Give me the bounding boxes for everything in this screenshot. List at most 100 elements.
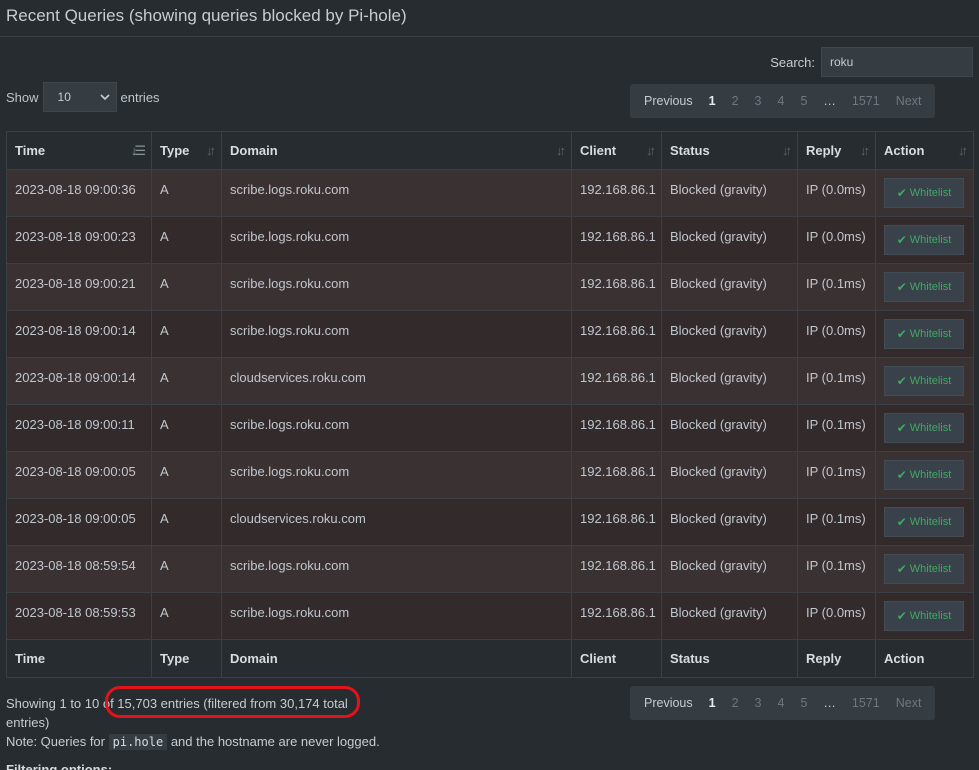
- cell-status: Blocked (gravity): [661, 169, 798, 217]
- cell-type: A: [151, 451, 222, 499]
- pagination-previous[interactable]: Previous: [636, 696, 701, 710]
- logging-note: Note: Queries for pi.hole and the hostna…: [6, 734, 380, 750]
- pagination-page[interactable]: 4: [770, 696, 793, 710]
- cell-type: A: [151, 263, 222, 311]
- cell-time: 2023-08-18 09:00:14: [6, 357, 152, 405]
- column-header-reply[interactable]: Reply ↓↑: [797, 131, 876, 170]
- cell-client: 192.168.86.1: [571, 169, 662, 217]
- table-row: 2023-08-18 09:00:36 A scribe.logs.roku.c…: [6, 169, 974, 217]
- cell-client: 192.168.86.1: [571, 545, 662, 593]
- cell-action: ✔ Whitelist: [875, 592, 974, 640]
- footer-client: Client: [571, 639, 662, 678]
- cell-reply: IP (0.1ms): [797, 498, 876, 546]
- pagination-next[interactable]: Next: [888, 94, 930, 108]
- cell-client: 192.168.86.1: [571, 404, 662, 452]
- cell-action: ✔ Whitelist: [875, 451, 974, 499]
- footer-domain: Domain: [221, 639, 572, 678]
- column-header-domain[interactable]: Domain ↓↑: [221, 131, 572, 170]
- cell-status: Blocked (gravity): [661, 498, 798, 546]
- cell-action: ✔ Whitelist: [875, 404, 974, 452]
- pagination-page[interactable]: 2: [724, 94, 747, 108]
- chevron-down-icon: [99, 93, 110, 100]
- footer-type: Type: [151, 639, 222, 678]
- whitelist-button[interactable]: ✔ Whitelist: [884, 178, 964, 208]
- cell-domain: scribe.logs.roku.com: [221, 216, 572, 264]
- column-header-time[interactable]: Time ↓☰: [6, 131, 152, 170]
- cell-type: A: [151, 545, 222, 593]
- column-header-status[interactable]: Status ↓↑: [661, 131, 798, 170]
- column-header-action[interactable]: Action ↓↑: [875, 131, 974, 170]
- cell-reply: IP (0.1ms): [797, 545, 876, 593]
- cell-type: A: [151, 592, 222, 640]
- check-icon: ✔: [896, 421, 907, 435]
- cell-domain: cloudservices.roku.com: [221, 357, 572, 405]
- cell-status: Blocked (gravity): [661, 310, 798, 358]
- cell-reply: IP (0.1ms): [797, 451, 876, 499]
- pagination-page[interactable]: 2: [724, 696, 747, 710]
- pagination-page[interactable]: 3: [747, 696, 770, 710]
- table-row: 2023-08-18 09:00:21 A scribe.logs.roku.c…: [6, 263, 974, 311]
- filtering-options-title: Filtering options:: [6, 762, 113, 770]
- whitelist-button[interactable]: ✔ Whitelist: [884, 319, 964, 349]
- pagination-last-page[interactable]: 1571: [844, 696, 888, 710]
- cell-time: 2023-08-18 09:00:11: [6, 404, 152, 452]
- check-icon: ✔: [896, 468, 907, 482]
- cell-reply: IP (0.1ms): [797, 404, 876, 452]
- table-row: 2023-08-18 09:00:14 A cloudservices.roku…: [6, 357, 974, 405]
- table-row: 2023-08-18 08:59:53 A scribe.logs.roku.c…: [6, 592, 974, 640]
- whitelist-button[interactable]: ✔ Whitelist: [884, 272, 964, 302]
- annotation-highlight: [105, 686, 360, 718]
- whitelist-button[interactable]: ✔ Whitelist: [884, 366, 964, 396]
- sort-icon: ↓↑: [958, 143, 968, 158]
- cell-domain: scribe.logs.roku.com: [221, 592, 572, 640]
- column-header-type[interactable]: Type ↓↑: [151, 131, 222, 170]
- pagination-previous[interactable]: Previous: [636, 94, 701, 108]
- note-prefix: Note: Queries for: [6, 734, 105, 749]
- pagination-page[interactable]: 3: [747, 94, 770, 108]
- whitelist-button[interactable]: ✔ Whitelist: [884, 413, 964, 443]
- table-row: 2023-08-18 09:00:05 A scribe.logs.roku.c…: [6, 451, 974, 499]
- cell-action: ✔ Whitelist: [875, 498, 974, 546]
- cell-client: 192.168.86.1: [571, 451, 662, 499]
- sort-icon: ↓↑: [646, 143, 656, 158]
- cell-domain: scribe.logs.roku.com: [221, 451, 572, 499]
- cell-time: 2023-08-18 09:00:05: [6, 451, 152, 499]
- cell-client: 192.168.86.1: [571, 263, 662, 311]
- cell-status: Blocked (gravity): [661, 451, 798, 499]
- pagination-top: Previous 1 2 3 4 5 … 1571 Next: [630, 84, 936, 118]
- pagination-last-page[interactable]: 1571: [844, 94, 888, 108]
- pagination-page[interactable]: 5: [792, 94, 815, 108]
- entries-select[interactable]: 10: [42, 82, 117, 112]
- queries-table: Time ↓☰ Type ↓↑ Domain ↓↑ Client ↓↑ Status ↓↑…: [6, 131, 974, 678]
- pagination-next[interactable]: Next: [888, 696, 930, 710]
- search-label: Search:: [770, 54, 815, 70]
- whitelist-button[interactable]: ✔ Whitelist: [884, 554, 964, 584]
- check-icon: ✔: [896, 280, 907, 294]
- cell-status: Blocked (gravity): [661, 545, 798, 593]
- search-input[interactable]: roku: [821, 47, 973, 77]
- whitelist-button[interactable]: ✔ Whitelist: [884, 225, 964, 255]
- cell-domain: scribe.logs.roku.com: [221, 404, 572, 452]
- footer-action: Action: [875, 639, 974, 678]
- pagination-page[interactable]: 1: [701, 94, 724, 108]
- whitelist-button[interactable]: ✔ Whitelist: [884, 460, 964, 490]
- cell-client: 192.168.86.1: [571, 216, 662, 264]
- cell-action: ✔ Whitelist: [875, 310, 974, 358]
- page-title: Recent Queries (showing queries blocked …: [6, 6, 407, 25]
- whitelist-button[interactable]: ✔ Whitelist: [884, 601, 964, 631]
- cell-time: 2023-08-18 09:00:14: [6, 310, 152, 358]
- cell-type: A: [151, 404, 222, 452]
- pagination-page[interactable]: 4: [770, 94, 793, 108]
- pagination-page[interactable]: 1: [701, 696, 724, 710]
- pagination-page[interactable]: 5: [792, 696, 815, 710]
- sort-icon: ↓↑: [556, 143, 566, 158]
- cell-reply: IP (0.1ms): [797, 263, 876, 311]
- column-header-client[interactable]: Client ↓↑: [571, 131, 662, 170]
- table-footer-row: Time Type Domain Client Status Reply Act…: [6, 639, 974, 678]
- pagination-bottom: Previous 1 2 3 4 5 … 1571 Next: [630, 686, 936, 720]
- cell-domain: scribe.logs.roku.com: [221, 169, 572, 217]
- cell-time: 2023-08-18 09:00:36: [6, 169, 152, 217]
- whitelist-button[interactable]: ✔ Whitelist: [884, 507, 964, 537]
- sort-descending-icon: ↓☰: [130, 143, 146, 158]
- cell-time: 2023-08-18 09:00:23: [6, 216, 152, 264]
